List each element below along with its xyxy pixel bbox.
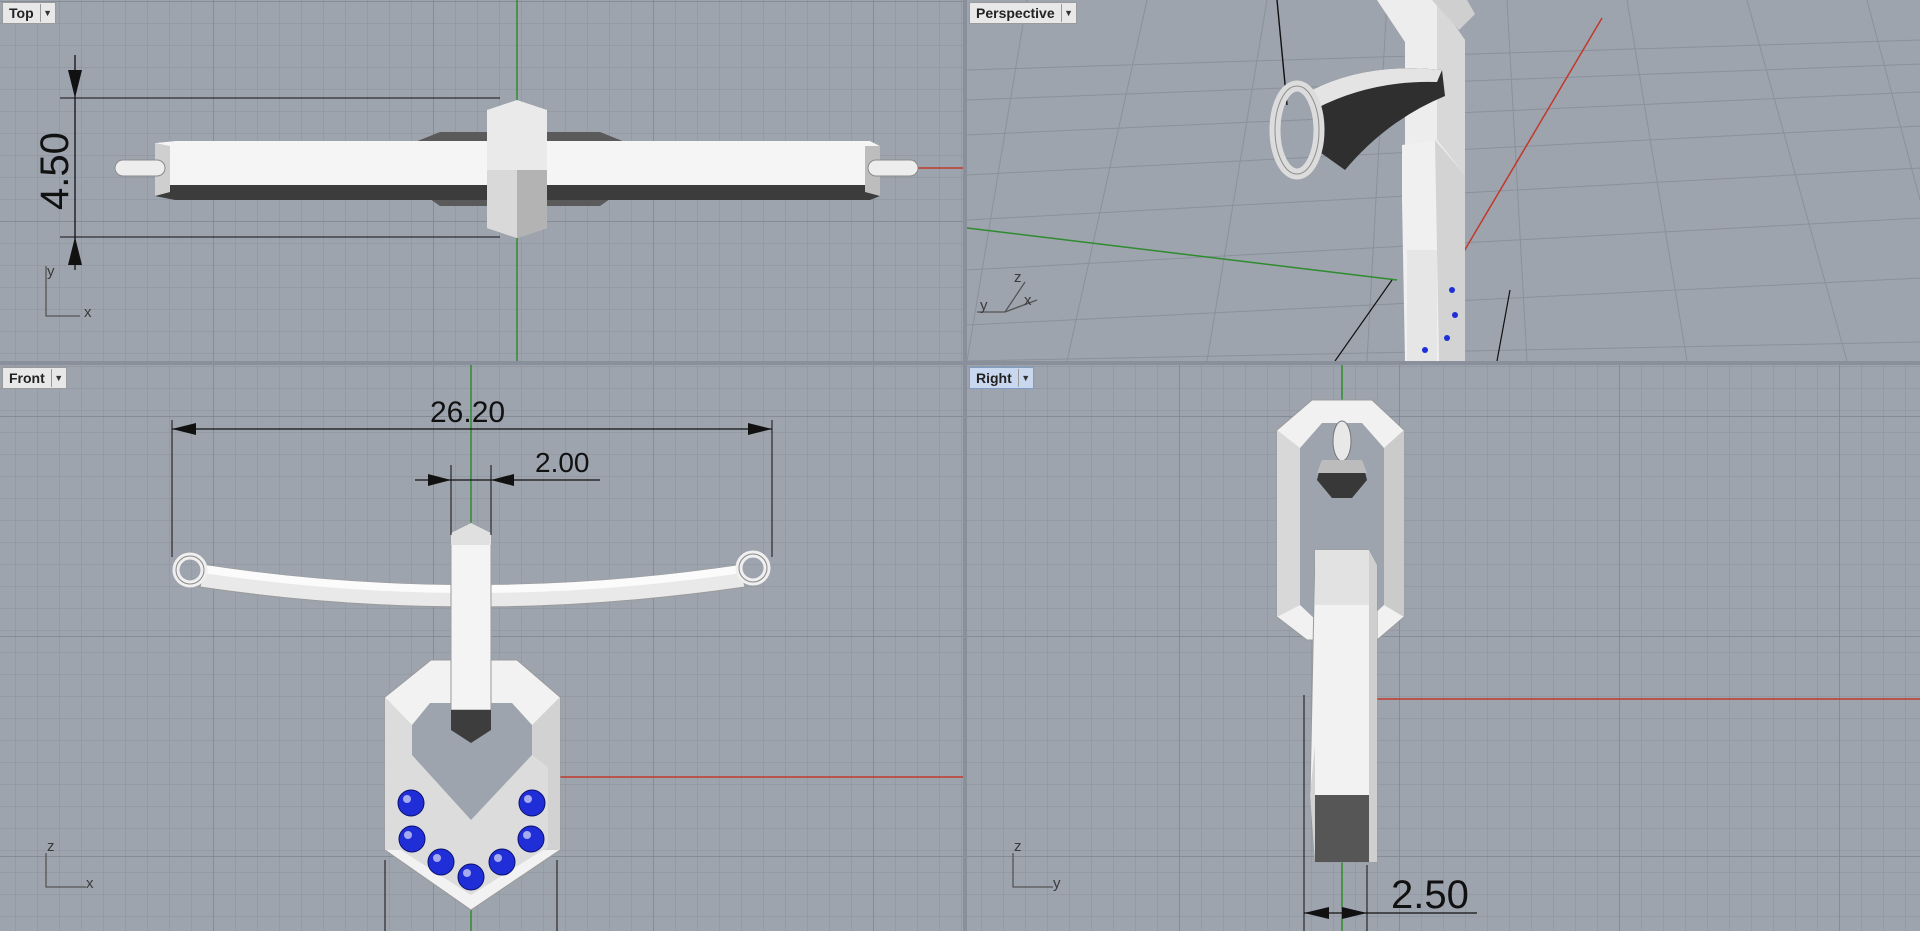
perspective-grid: z y x [967,0,1920,361]
front-stem-dimension-label: 2.00 [535,447,590,478]
perspective-axis-z-label: z [1014,269,1022,286]
chevron-down-icon[interactable]: ▼ [39,4,55,22]
chevron-down-icon[interactable]: ▼ [1060,4,1076,22]
top-grid: 4.50 y x [0,0,963,361]
top-dimension-label: 4.50 [33,132,77,210]
viewport-top-tab[interactable]: Top ▼ [2,2,56,24]
right-axis-z-label: z [1014,838,1022,855]
front-grid: 26.20 2.00 z x [0,365,963,931]
front-axis-x-label: x [86,875,94,892]
viewport-right-title: Right [976,370,1012,386]
viewport-front-title: Front [9,370,45,386]
top-axis-y-label: y [47,263,55,280]
chevron-down-icon[interactable]: ▼ [50,369,66,387]
top-axis-x-label: x [84,304,92,321]
viewport-right-tab[interactable]: Right ▼ [969,367,1034,389]
viewport-front[interactable]: 26.20 2.00 z x Front ▼ [0,365,963,931]
right-dimension-label: 2.50 [1391,873,1469,917]
perspective-axis-y-label: y [980,297,988,314]
viewport-top[interactable]: 4.50 y x Top ▼ [0,0,963,361]
viewport-right[interactable]: 2.50 z y Right ▼ [967,365,1920,931]
viewport-perspective[interactable]: z y x Perspective ▼ [967,0,1920,361]
front-width-dimension-label: 26.20 [430,396,505,429]
viewport-perspective-title: Perspective [976,5,1055,21]
right-axis-y-label: y [1053,875,1061,892]
right-grid: 2.50 z y [967,365,1920,931]
perspective-axis-x-label: x [1024,292,1032,309]
front-axis-z-label: z [47,838,55,855]
viewport-top-title: Top [9,5,34,21]
rhino-viewports: 4.50 y x Top ▼ z y x Perspective ▼ 26.20… [0,0,1920,931]
chevron-down-icon[interactable]: ▼ [1017,369,1033,387]
viewport-perspective-tab[interactable]: Perspective ▼ [969,2,1077,24]
viewport-front-tab[interactable]: Front ▼ [2,367,67,389]
